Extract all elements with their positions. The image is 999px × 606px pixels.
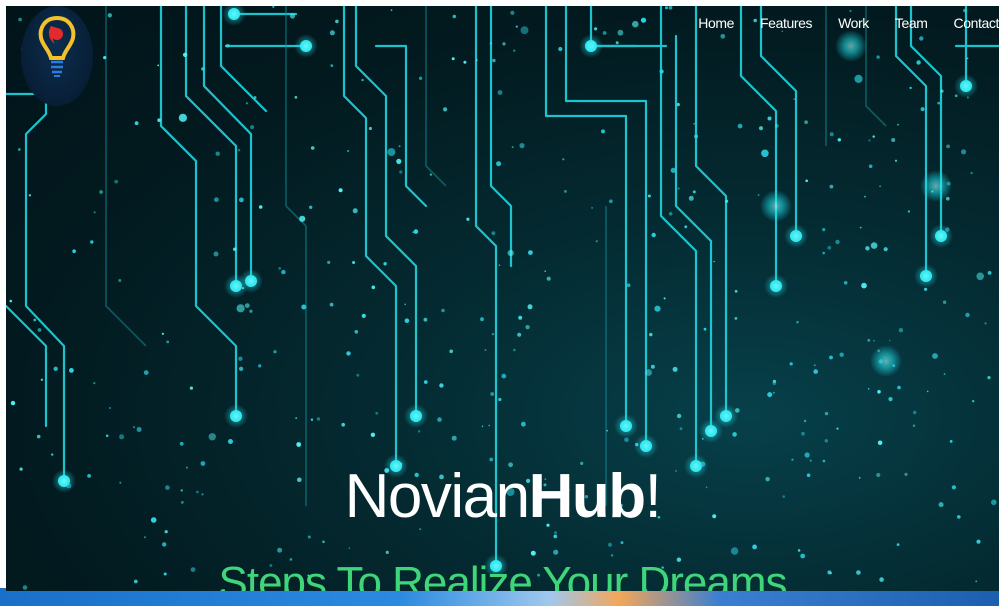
nav-team-link[interactable]: Team	[869, 14, 928, 32]
lightbulb-logo-icon[interactable]	[21, 6, 93, 106]
hero-title-bold: Hub	[528, 462, 647, 531]
nav-contact-link[interactable]: Contact	[928, 14, 999, 32]
hero-title-suffix: !	[644, 462, 662, 531]
hero-title: NovianHub!	[6, 452, 999, 542]
hero-title-regular: Novian	[344, 462, 531, 531]
nav-work-link[interactable]: Work	[812, 14, 869, 32]
nav-features-link[interactable]: Features	[734, 14, 812, 32]
nav-home-link[interactable]: Home	[672, 14, 734, 32]
page-frame: Home Features Work Team Contact NovianHu…	[0, 0, 999, 606]
hero-subtitle: Steps To Realize Your Dreams	[218, 558, 788, 591]
main-nav: Home Features Work Team Contact	[672, 14, 999, 32]
hero-section: Home Features Work Team Contact NovianHu…	[6, 6, 999, 591]
